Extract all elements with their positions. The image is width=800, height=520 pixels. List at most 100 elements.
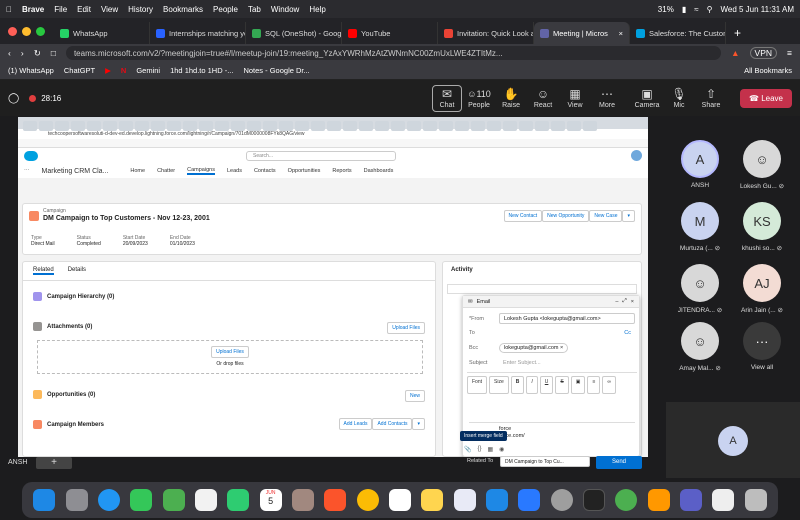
- utorrent-icon[interactable]: [615, 489, 638, 511]
- participant-tile[interactable]: KS khushi so... ⊘: [732, 202, 792, 252]
- new-tab-icon[interactable]: +: [726, 26, 749, 44]
- raise-hand-button[interactable]: ✋ Raise: [496, 88, 526, 109]
- add-icon[interactable]: +: [36, 457, 72, 469]
- drop-zone[interactable]: Upload Files Or drop files: [37, 340, 423, 374]
- menu-tab[interactable]: Tab: [248, 5, 261, 14]
- menu-view[interactable]: View: [101, 5, 118, 14]
- participant-tile[interactable]: ☺ JITENDRA... ⊘: [670, 264, 730, 314]
- menu-help[interactable]: Help: [309, 5, 325, 14]
- chevron-down-icon[interactable]: ▾: [412, 418, 425, 430]
- new-opportunity-related-button[interactable]: New: [404, 390, 425, 402]
- merge-field-icon[interactable]: {}: [477, 446, 481, 453]
- browser-tab[interactable]: YouTube: [342, 22, 438, 44]
- add-contacts-button[interactable]: Add Contacts: [372, 418, 413, 430]
- browser-tab[interactable]: Internships matching yo: [150, 22, 246, 44]
- launchpad-icon[interactable]: [65, 489, 88, 511]
- mic-button[interactable]: 🎙 Mic: [664, 88, 694, 109]
- bookmark-icon[interactable]: □: [51, 48, 56, 58]
- notes-icon[interactable]: [421, 489, 444, 511]
- browser-tab[interactable]: Invitation: Quick Look a: [438, 22, 534, 44]
- bookmark-chatgpt[interactable]: ChatGPT: [64, 66, 95, 75]
- browser-tab[interactable]: SQL (OneShot) - Googl: [246, 22, 342, 44]
- app-launcher-icon[interactable]: ⋯: [24, 168, 30, 174]
- facetime-icon[interactable]: [227, 489, 250, 511]
- netflix-bookmark-icon[interactable]: N: [121, 66, 126, 75]
- close-icon[interactable]: ×: [631, 299, 634, 305]
- document-icon[interactable]: [712, 489, 735, 511]
- align-icon[interactable]: ≡: [587, 376, 601, 394]
- image-icon[interactable]: ▣: [570, 376, 586, 394]
- photos-icon[interactable]: [194, 489, 217, 511]
- search-icon[interactable]: ⚲: [707, 5, 713, 14]
- url-field[interactable]: teams.microsoft.com/v2/?meetingjoin=true…: [65, 46, 722, 60]
- upload-files-button[interactable]: Upload Files: [387, 322, 425, 334]
- safari-icon[interactable]: [97, 489, 120, 511]
- contacts-icon[interactable]: [291, 489, 314, 511]
- more-button[interactable]: ⋯ More: [592, 88, 622, 109]
- reload-icon[interactable]: ↻: [34, 48, 41, 59]
- related-to-lookup[interactable]: DM Campaign to Top Cu...: [500, 456, 590, 467]
- maps-icon[interactable]: [162, 489, 185, 511]
- menu-people[interactable]: People: [213, 5, 238, 14]
- underline-icon[interactable]: U: [539, 376, 554, 394]
- upload-files-inner-button[interactable]: Upload Files: [211, 346, 249, 358]
- view-button[interactable]: ▦ View: [560, 88, 590, 109]
- chrome-icon[interactable]: [356, 489, 379, 511]
- app-store-icon[interactable]: [518, 489, 541, 511]
- bookmark-notes[interactable]: Notes - Google Dr...: [243, 66, 309, 75]
- strike-icon[interactable]: S: [555, 376, 569, 394]
- battery-icon[interactable]: ▮: [682, 5, 686, 14]
- all-bookmarks[interactable]: All Bookmarks: [744, 66, 792, 75]
- wifi-icon[interactable]: ≈: [694, 5, 698, 14]
- browser-tab[interactable]: Salesforce: The Custom: [630, 22, 726, 44]
- bookmark-whatsapp[interactable]: (1) WhatsApp: [8, 66, 54, 75]
- apple-icon[interactable]: : [6, 5, 12, 14]
- activity-composer-tabs[interactable]: [447, 284, 637, 294]
- link-icon[interactable]: ∞: [602, 376, 616, 394]
- size-select[interactable]: Size: [489, 376, 509, 394]
- view-all-button[interactable]: ··· View all: [732, 322, 792, 371]
- nav-reports[interactable]: Reports: [332, 168, 351, 174]
- nav-home[interactable]: Home: [130, 168, 145, 174]
- minimize-icon[interactable]: –: [615, 299, 618, 305]
- bold-icon[interactable]: B: [510, 376, 525, 394]
- minimize-window-icon[interactable]: [22, 27, 31, 36]
- nav-campaigns[interactable]: Campaigns: [187, 167, 215, 175]
- menu-bookmarks[interactable]: Bookmarks: [163, 5, 203, 14]
- new-case-button[interactable]: New Case: [589, 210, 623, 222]
- camera-button[interactable]: ▣ Camera: [632, 88, 662, 109]
- participant-tile[interactable]: ☺ Lokesh Gu... ⊘: [732, 140, 792, 190]
- send-button[interactable]: Send: [596, 456, 642, 469]
- participant-tile[interactable]: A ANSH: [670, 140, 730, 189]
- menubar-app-name[interactable]: Brave: [22, 5, 44, 14]
- subject-input[interactable]: Enter Subject...: [503, 360, 541, 366]
- nav-leads[interactable]: Leads: [227, 168, 242, 174]
- teams-dock-icon[interactable]: [680, 489, 703, 511]
- forward-icon[interactable]: ›: [21, 48, 24, 58]
- youtube-bookmark-icon[interactable]: ▶: [105, 66, 111, 75]
- nav-opportunities[interactable]: Opportunities: [288, 168, 321, 174]
- browser-tab-active[interactable]: Meeting | Micros ×: [534, 22, 630, 44]
- new-contact-button[interactable]: New Contact: [503, 210, 543, 222]
- attachments-title[interactable]: Attachments (0): [47, 324, 92, 330]
- reminders-icon[interactable]: [388, 489, 411, 511]
- nav-dashboards[interactable]: Dashboards: [364, 168, 394, 174]
- vpn-button[interactable]: VPN: [749, 47, 778, 59]
- tab-related[interactable]: Related: [33, 267, 54, 275]
- brave-icon[interactable]: [324, 489, 347, 511]
- self-view[interactable]: A: [666, 402, 800, 478]
- vlc-icon[interactable]: [647, 489, 670, 511]
- chat-button[interactable]: ✉ Chat: [432, 84, 463, 112]
- bcc-pill[interactable]: lokegupta@gmail.com ×: [499, 343, 569, 353]
- new-opportunity-button[interactable]: New Opportunity: [542, 210, 590, 222]
- trash-icon[interactable]: [744, 489, 767, 511]
- chevron-down-icon[interactable]: ▾: [622, 210, 635, 222]
- sf-search-input[interactable]: Search...: [246, 151, 396, 161]
- messages-icon[interactable]: [130, 489, 153, 511]
- bookmark-gemini[interactable]: Gemini: [136, 66, 160, 75]
- italic-icon[interactable]: I: [526, 376, 538, 394]
- from-select[interactable]: Lokesh Gupta <lokegupta@gmail.com>: [499, 313, 635, 324]
- add-leads-button[interactable]: Add Leads: [338, 418, 373, 430]
- people-button[interactable]: ☺110 People: [464, 88, 494, 109]
- participant-tile[interactable]: M Murtuza (... ⊘: [670, 202, 730, 252]
